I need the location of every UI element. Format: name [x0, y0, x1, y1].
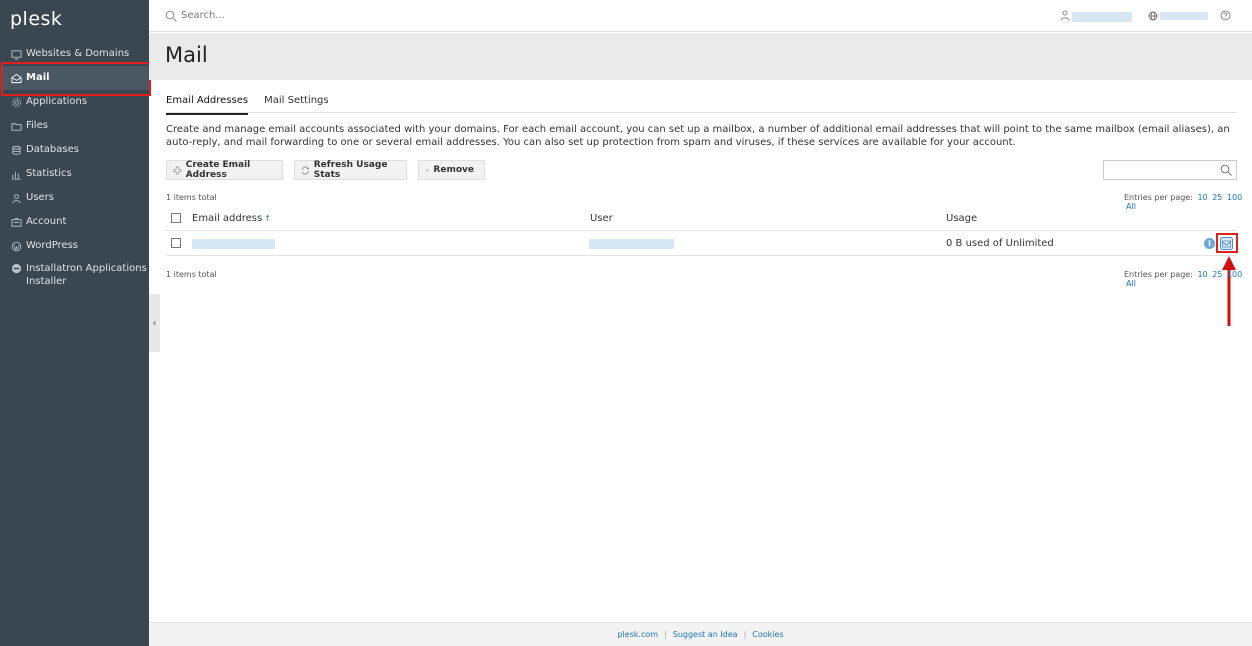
help-icon[interactable] [1220, 10, 1231, 21]
sidebar-item-mail[interactable]: Mail [0, 66, 149, 90]
wordpress-icon [10, 240, 22, 252]
create-email-address-button[interactable]: Create Email Address [166, 160, 283, 180]
sidebar-item-databases[interactable]: Databases [0, 138, 149, 162]
page-size-100[interactable]: 100 [1227, 270, 1242, 279]
sidebar-item-label: Statistics [26, 168, 72, 179]
list-search-input[interactable] [1103, 160, 1237, 180]
folder-icon [10, 120, 22, 132]
entries-per-page-label: Entries per page: [1124, 193, 1193, 202]
id-card-icon [10, 216, 22, 228]
column-header-usage[interactable]: Usage [946, 213, 977, 224]
page-size-100[interactable]: 100 [1227, 193, 1242, 202]
gear-icon [10, 96, 22, 108]
items-total-bottom: 1 items total [166, 270, 217, 279]
sidebar-item-label: Files [26, 120, 48, 131]
globe-icon[interactable] [1148, 11, 1158, 21]
page-title: Mail [165, 43, 208, 67]
sidebar-item-statistics[interactable]: Statistics [0, 162, 149, 186]
page-description: Create and manage email accounts associa… [166, 124, 1230, 148]
refresh-icon [302, 166, 310, 174]
search-icon[interactable] [1220, 164, 1232, 176]
footer: plesk.com | Suggest an Idea | Cookies [149, 622, 1252, 646]
footer-link-suggest-idea[interactable]: Suggest an Idea [673, 630, 738, 639]
page-size-25[interactable]: 25 [1212, 193, 1222, 202]
footer-link-plesk[interactable]: plesk.com [617, 630, 658, 639]
footer-link-cookies[interactable]: Cookies [752, 630, 783, 639]
top-bar: Search... [149, 0, 1252, 32]
entries-per-page-label: Entries per page: [1124, 270, 1193, 279]
sidebar-item-label: Account [26, 216, 67, 227]
usage-value: 0 B used of Unlimited [946, 238, 1054, 249]
installatron-icon [10, 262, 22, 274]
global-search-input[interactable]: Search... [181, 10, 225, 21]
page-header: Mail [149, 33, 1252, 80]
sidebar-item-wordpress[interactable]: WordPress [0, 234, 149, 258]
search-icon [165, 10, 177, 22]
sidebar-item-label: Applications [26, 96, 88, 107]
red-arrow-annotation [1222, 256, 1236, 326]
webmail-icon[interactable] [1219, 236, 1234, 251]
sidebar-item-installatron[interactable]: Installatron Applications Installer [0, 258, 149, 292]
column-header-email-label: Email address [192, 213, 263, 224]
tabs-divider [166, 112, 1237, 113]
table-row: 0 B used of Unlimited i [166, 232, 1237, 256]
envelope-icon [10, 72, 22, 84]
select-all-checkbox[interactable] [171, 213, 181, 223]
account-name-redacted[interactable] [1072, 12, 1132, 22]
table-header: Email address ↑ User Usage [166, 207, 1237, 231]
sidebar-item-label: Installatron Applications Installer [26, 263, 147, 287]
sidebar-item-account[interactable]: Account [0, 210, 149, 234]
create-email-address-label: Create Email Address [185, 160, 251, 180]
page-size-10[interactable]: 10 [1197, 193, 1207, 202]
sidebar: plesk Websites & Domains Mail Applicatio… [0, 0, 149, 646]
refresh-usage-stats-button[interactable]: Refresh Usage Stats [294, 160, 407, 180]
sidebar-item-label: Websites & Domains [26, 48, 130, 59]
items-total-top: 1 items total [166, 193, 217, 202]
sidebar-nav: Websites & Domains Mail Applications Fil… [0, 42, 149, 292]
sort-ascending-icon: ↑ [264, 214, 271, 223]
sidebar-item-label: Mail [26, 72, 50, 83]
subscription-name-redacted[interactable] [1160, 12, 1208, 20]
user-icon [10, 192, 22, 204]
entries-per-page-bottom: Entries per page: 10 25 100 All [1124, 270, 1252, 288]
bar-chart-icon [10, 168, 22, 180]
sidebar-item-users[interactable]: Users [0, 186, 149, 210]
footer-separator: | [743, 630, 747, 639]
info-icon[interactable]: i [1204, 238, 1215, 249]
database-icon [10, 144, 22, 156]
plus-icon [173, 166, 182, 174]
sidebar-item-label: WordPress [26, 240, 79, 251]
monitor-icon [10, 48, 22, 60]
column-header-email[interactable]: Email address ↑ [192, 213, 271, 224]
remove-label: Remove [433, 165, 474, 175]
sidebar-item-websites-domains[interactable]: Websites & Domains [0, 42, 149, 66]
page-size-10[interactable]: 10 [1197, 270, 1207, 279]
sidebar-collapse-toggle[interactable]: ‹ [149, 294, 160, 352]
page-size-all[interactable]: All [1126, 279, 1136, 288]
page-size-25[interactable]: 25 [1212, 270, 1222, 279]
refresh-usage-stats-label: Refresh Usage Stats [313, 160, 388, 180]
remove-icon [425, 168, 429, 172]
remove-button[interactable]: Remove [418, 160, 485, 180]
sidebar-item-applications[interactable]: Applications [0, 90, 149, 114]
footer-separator: | [664, 630, 667, 639]
user-icon[interactable] [1060, 10, 1070, 21]
plesk-logo[interactable]: plesk [10, 8, 62, 30]
email-address-redacted[interactable] [192, 239, 275, 249]
column-header-user[interactable]: User [590, 213, 613, 224]
sidebar-item-label: Databases [26, 144, 79, 155]
sidebar-item-label: Users [26, 192, 55, 203]
user-redacted[interactable] [589, 239, 674, 249]
sidebar-item-files[interactable]: Files [0, 114, 149, 138]
row-checkbox[interactable] [171, 238, 181, 248]
